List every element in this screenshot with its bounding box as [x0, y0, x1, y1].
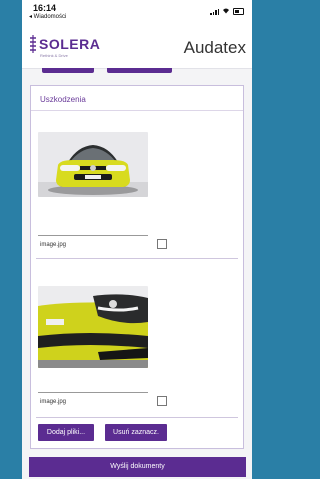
previous-button-edge[interactable] [107, 68, 172, 73]
file-thumbnail[interactable] [38, 132, 148, 197]
file-name: image.jpg [40, 242, 67, 248]
file-select-checkbox[interactable] [157, 396, 167, 406]
wifi-icon [223, 8, 229, 14]
thumbnail-divider [38, 392, 148, 393]
thumbnail-divider [38, 235, 148, 236]
file-select-checkbox[interactable] [157, 239, 167, 249]
damages-section: Uszkodzenia image.jpg image.jpg Dodaj pl… [30, 85, 244, 449]
previous-button-edge[interactable] [42, 68, 94, 73]
app-header: SOLERA Rethink & Drive Audatex [22, 22, 252, 69]
solera-logo: SOLERA Rethink & Drive [28, 35, 101, 58]
file-divider [36, 417, 238, 418]
file-name: image.jpg [40, 399, 67, 405]
back-to-messages-link[interactable]: ◂ Wiadomości [29, 13, 66, 20]
status-bar: 16:14 ◂ Wiadomości [22, 0, 252, 22]
solera-logo-icon [30, 35, 36, 53]
logo-tagline: Rethink & Drive [40, 53, 68, 58]
phone-screen: 16:14 ◂ Wiadomości SOLERA Rethink & Driv… [22, 0, 252, 479]
section-divider [31, 110, 243, 111]
signal-icon [210, 9, 219, 15]
logo-text: SOLERA [39, 36, 101, 52]
car-front-image [38, 132, 148, 197]
file-thumbnail[interactable] [38, 286, 148, 368]
section-title: Uszkodzenia [40, 95, 86, 104]
system-indicators [210, 7, 244, 15]
file-divider [36, 258, 238, 259]
status-time: 16:14 [33, 3, 57, 13]
brand-title: Audatex [183, 38, 246, 57]
battery-icon [233, 8, 244, 15]
send-documents-button[interactable]: Wyślij dokumenty [29, 457, 246, 477]
add-files-button[interactable]: Dodaj pliki... [38, 424, 94, 441]
remove-selected-button[interactable]: Usuń zaznacz. [105, 424, 167, 441]
car-detail-image [38, 286, 148, 368]
